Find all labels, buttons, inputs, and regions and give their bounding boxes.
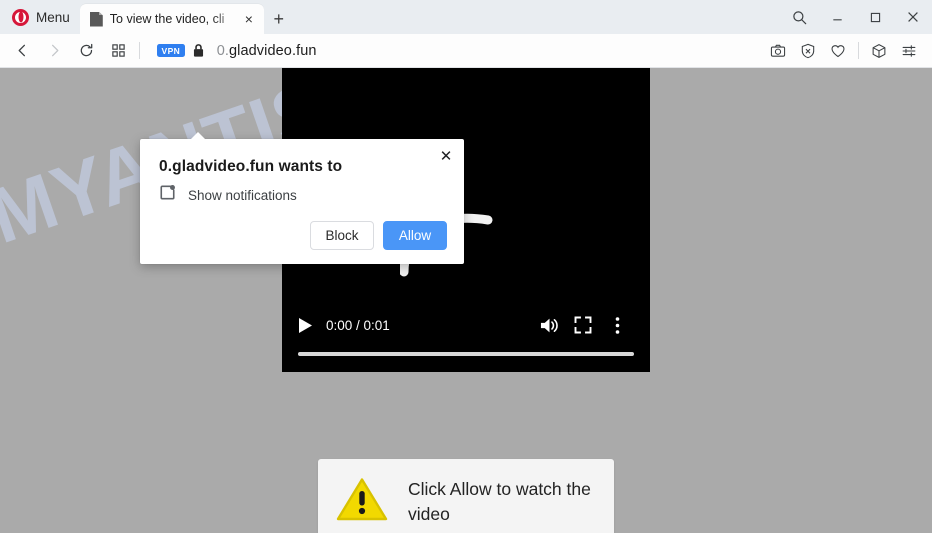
warning-triangle-icon <box>336 476 388 528</box>
url-text[interactable]: 0.gladvideo.fun <box>217 43 317 59</box>
video-controls-row: 0:00 / 0:01 <box>298 312 634 338</box>
volume-icon[interactable] <box>532 316 566 335</box>
browser-window: Menu To view the video, cli × + VPN 0.gl… <box>0 0 932 533</box>
tab-strip: Menu To view the video, cli × + <box>0 0 932 34</box>
allow-button[interactable]: Allow <box>383 221 447 250</box>
search-icon[interactable] <box>780 0 818 34</box>
browser-toolbar-right <box>763 37 924 65</box>
opera-menu-button[interactable]: Menu <box>0 0 80 34</box>
minimize-button[interactable] <box>818 0 856 34</box>
warning-message: Click Allow to watch the video <box>408 479 591 524</box>
page-icon <box>89 11 103 27</box>
permission-dialog-title: 0.gladvideo.fun wants to <box>159 158 343 175</box>
fullscreen-icon[interactable] <box>566 316 600 334</box>
video-controls: 0:00 / 0:01 <box>282 298 650 372</box>
more-options-icon[interactable] <box>600 316 634 335</box>
window-controls <box>780 0 932 34</box>
tab-title: To view the video, cli <box>109 12 225 26</box>
forward-icon <box>38 37 70 65</box>
browser-tab[interactable]: To view the video, cli × <box>79 4 264 34</box>
notification-icon <box>159 184 176 206</box>
notification-permission-dialog: ✕ 0.gladvideo.fun wants to Show notifica… <box>140 132 464 264</box>
adblock-shield-icon[interactable] <box>793 37 823 65</box>
heart-icon[interactable] <box>823 37 853 65</box>
reload-icon[interactable] <box>70 37 102 65</box>
close-icon[interactable]: ✕ <box>434 144 458 168</box>
url-subdomain: 0. <box>216 42 229 59</box>
easy-setup-icon[interactable] <box>894 37 924 65</box>
opera-logo-icon <box>12 8 29 26</box>
permission-label: Show notifications <box>188 187 297 203</box>
url-domain: gladvideo.fun <box>228 42 317 59</box>
play-icon[interactable] <box>298 317 322 334</box>
address-bar[interactable]: VPN 0.gladvideo.fun <box>145 37 763 65</box>
menu-label: Menu <box>36 9 70 25</box>
close-window-button[interactable] <box>894 0 932 34</box>
close-tab-icon[interactable]: × <box>240 10 258 28</box>
back-icon[interactable] <box>6 37 38 65</box>
maximize-button[interactable] <box>856 0 894 34</box>
page-viewport: MYANTISPYWARE.COM 0:00 / 0:01 <box>0 68 932 533</box>
lock-icon[interactable] <box>192 43 205 58</box>
warning-card: Click Allow to watch the video <box>318 459 614 533</box>
video-time-display: 0:00 / 0:01 <box>326 317 390 333</box>
grid-icon[interactable] <box>102 37 134 65</box>
permission-dialog-actions: Block Allow <box>310 221 447 250</box>
navigation-bar: VPN 0.gladvideo.fun <box>0 34 932 68</box>
permission-request-row: Show notifications <box>140 176 464 206</box>
snapshot-icon[interactable] <box>763 37 793 65</box>
vpn-badge[interactable]: VPN <box>157 44 185 57</box>
video-progress-bar[interactable] <box>298 352 634 356</box>
new-tab-button[interactable]: + <box>264 4 294 34</box>
cube-icon[interactable] <box>864 37 894 65</box>
block-button[interactable]: Block <box>310 221 374 250</box>
toolbar-divider-2 <box>858 42 859 59</box>
toolbar-divider <box>139 42 140 59</box>
